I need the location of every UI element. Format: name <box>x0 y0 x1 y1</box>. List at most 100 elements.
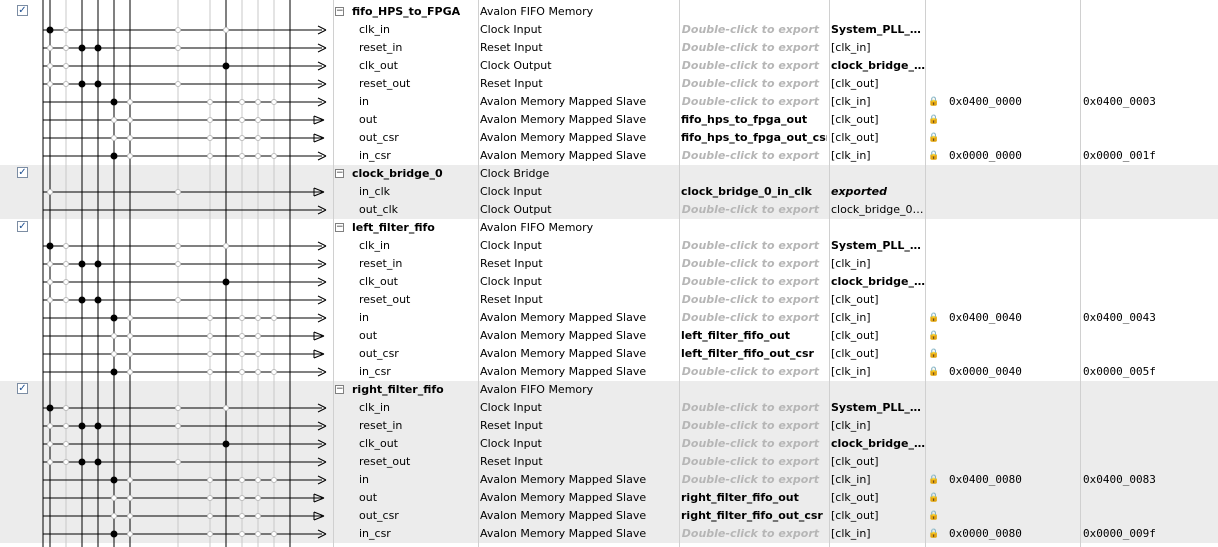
clock-cell[interactable]: [clk_out] <box>831 291 925 309</box>
interface-name[interactable]: out <box>359 111 477 129</box>
connection-point[interactable] <box>175 405 181 411</box>
connection-point[interactable] <box>175 243 181 249</box>
base-address[interactable]: 0x0000_0000 <box>949 147 1069 165</box>
connection-point[interactable] <box>255 99 261 105</box>
connection-dot[interactable] <box>94 80 102 88</box>
connection-point[interactable] <box>127 117 133 123</box>
interface-name[interactable]: in_csr <box>359 147 477 165</box>
interface-name[interactable]: in <box>359 309 477 327</box>
connection-point[interactable] <box>47 459 53 465</box>
interface-name[interactable]: reset_in <box>359 417 477 435</box>
clock-cell[interactable]: System_PLL_s… <box>831 399 925 417</box>
clock-cell[interactable]: [clk_out] <box>831 453 925 471</box>
clock-cell[interactable]: [clk_out] <box>831 327 925 345</box>
connection-point[interactable] <box>255 477 261 483</box>
clock-cell[interactable]: [clk_in] <box>831 471 925 489</box>
base-address[interactable] <box>949 201 1069 219</box>
base-address[interactable] <box>949 21 1069 39</box>
export-hint[interactable]: Double-click to export <box>681 453 827 471</box>
connection-point[interactable] <box>207 153 213 159</box>
connection-point[interactable] <box>47 441 53 447</box>
export-hint[interactable]: Double-click to export <box>681 237 827 255</box>
connection-point[interactable] <box>239 117 245 123</box>
connection-point[interactable] <box>127 135 133 141</box>
connection-point[interactable] <box>239 99 245 105</box>
connection-point[interactable] <box>127 495 133 501</box>
export-hint[interactable]: Double-click to export <box>681 291 827 309</box>
interface-name[interactable]: in_clk <box>359 183 477 201</box>
connection-dot[interactable] <box>94 44 102 52</box>
export-name[interactable]: right_filter_fifo_out_csr <box>681 507 827 525</box>
connection-dot[interactable] <box>222 278 230 286</box>
export-name[interactable]: left_filter_fifo_out <box>681 327 827 345</box>
export-name[interactable]: fifo_hps_to_fpga_out <box>681 111 827 129</box>
export-hint[interactable]: Double-click to export <box>681 93 827 111</box>
connection-dot[interactable] <box>78 458 86 466</box>
component-name[interactable]: right_filter_fifo <box>352 381 477 399</box>
connection-point[interactable] <box>207 513 213 519</box>
connection-point[interactable] <box>255 351 261 357</box>
connection-point[interactable] <box>239 333 245 339</box>
lock-icon[interactable]: 🔒 <box>928 111 940 129</box>
connection-point[interactable] <box>63 45 69 51</box>
export-hint[interactable]: Double-click to export <box>681 525 827 543</box>
connection-point[interactable] <box>63 441 69 447</box>
connection-point[interactable] <box>255 333 261 339</box>
base-address[interactable]: 0x0400_0040 <box>949 309 1069 327</box>
connection-point[interactable] <box>47 423 53 429</box>
clock-cell[interactable]: System_PLL_s… <box>831 21 925 39</box>
interface-name[interactable]: reset_in <box>359 39 477 57</box>
clock-cell[interactable]: clock_bridge_… <box>831 435 925 453</box>
connection-point[interactable] <box>63 63 69 69</box>
collapse-toggle[interactable]: − <box>335 223 344 232</box>
connection-dot[interactable] <box>94 422 102 430</box>
connection-point[interactable] <box>63 243 69 249</box>
connection-point[interactable] <box>255 135 261 141</box>
interface-name[interactable]: out_clk <box>359 201 477 219</box>
lock-icon[interactable]: 🔒 <box>928 507 940 525</box>
connection-point[interactable] <box>239 495 245 501</box>
connection-point[interactable] <box>255 117 261 123</box>
base-address[interactable] <box>949 435 1069 453</box>
connection-point[interactable] <box>271 99 277 105</box>
interface-name[interactable]: in <box>359 93 477 111</box>
component-name[interactable]: left_filter_fifo <box>352 219 477 237</box>
collapse-toggle[interactable]: − <box>335 7 344 16</box>
connection-point[interactable] <box>111 135 117 141</box>
connection-dot[interactable] <box>78 80 86 88</box>
clock-cell[interactable]: [clk_in] <box>831 255 925 273</box>
connection-dot[interactable] <box>222 440 230 448</box>
interface-name[interactable]: reset_out <box>359 291 477 309</box>
clock-cell[interactable]: [clk_in] <box>831 417 925 435</box>
interface-name[interactable]: in_csr <box>359 363 477 381</box>
connection-point[interactable] <box>223 243 229 249</box>
connection-dot[interactable] <box>110 152 118 160</box>
connection-point[interactable] <box>271 477 277 483</box>
interface-name[interactable]: clk_out <box>359 435 477 453</box>
connection-point[interactable] <box>63 27 69 33</box>
connections-panel[interactable] <box>0 0 335 547</box>
export-hint[interactable]: Double-click to export <box>681 21 827 39</box>
interface-name[interactable]: in <box>359 471 477 489</box>
base-address[interactable] <box>949 237 1069 255</box>
clock-cell[interactable]: clock_bridge_0_… <box>831 201 925 219</box>
connection-point[interactable] <box>63 279 69 285</box>
connection-point[interactable] <box>207 351 213 357</box>
connection-point[interactable] <box>223 405 229 411</box>
connection-dot[interactable] <box>78 44 86 52</box>
clock-cell[interactable]: clock_bridge_… <box>831 57 925 75</box>
connection-point[interactable] <box>47 45 53 51</box>
export-hint[interactable]: Double-click to export <box>681 273 827 291</box>
connection-dot[interactable] <box>78 260 86 268</box>
connection-point[interactable] <box>223 27 229 33</box>
clock-cell[interactable]: [clk_in] <box>831 363 925 381</box>
connection-point[interactable] <box>239 351 245 357</box>
connection-point[interactable] <box>175 27 181 33</box>
connection-point[interactable] <box>175 459 181 465</box>
connection-point[interactable] <box>207 333 213 339</box>
interface-name[interactable]: reset_out <box>359 453 477 471</box>
connection-dot[interactable] <box>94 296 102 304</box>
export-hint[interactable]: Double-click to export <box>681 435 827 453</box>
interface-name[interactable]: clk_in <box>359 399 477 417</box>
connection-point[interactable] <box>255 531 261 537</box>
